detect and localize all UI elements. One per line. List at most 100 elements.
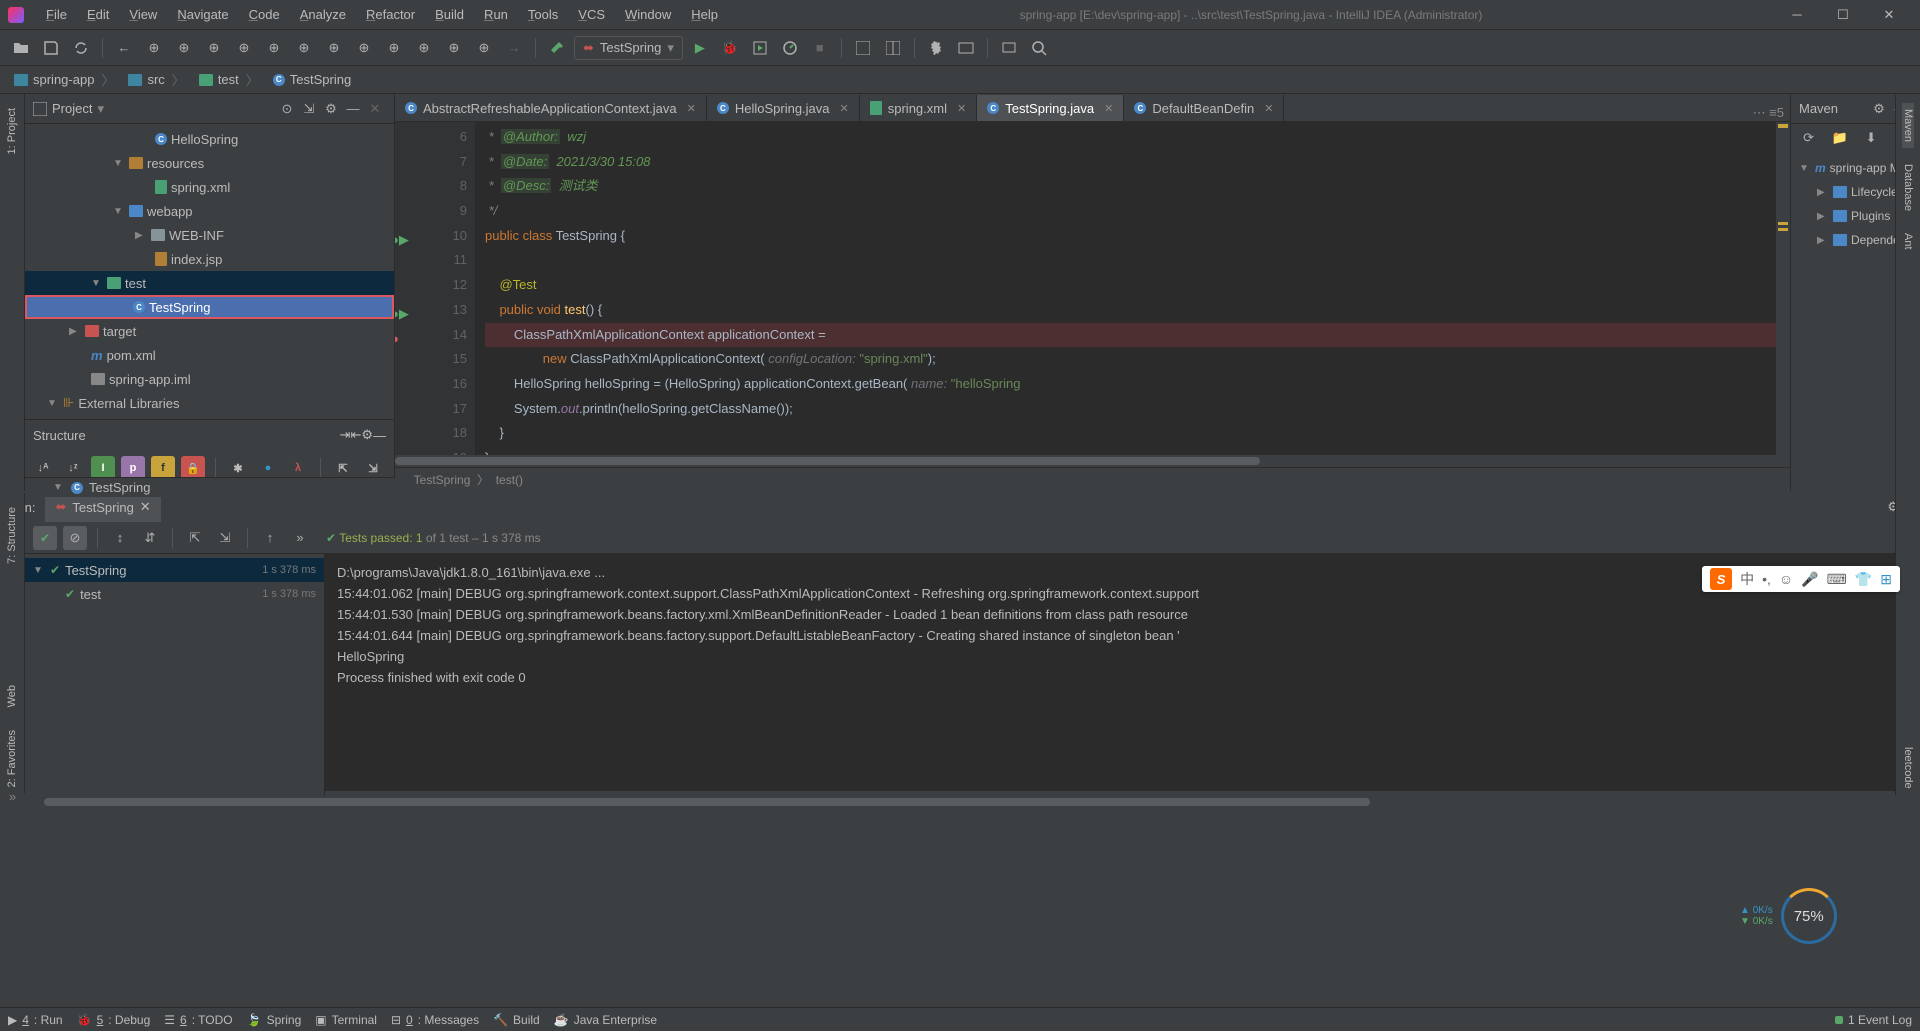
tree-item-webinf[interactable]: ▶WEB-INF (25, 223, 394, 247)
maven-gear-icon[interactable]: ⚙ (1868, 98, 1890, 120)
editor-breadcrumb[interactable]: TestSpring 〉 test() (395, 467, 1790, 491)
close-icon[interactable]: ✕ (840, 102, 849, 115)
structure-opt1-icon[interactable]: ⇥ (340, 427, 351, 443)
structure-hide-icon[interactable]: — (373, 428, 386, 443)
tool-favorites[interactable]: 2: Favorites (6, 724, 18, 793)
close-icon[interactable]: ✕ (1104, 102, 1113, 115)
zoom-5-icon[interactable]: ⊕ (261, 35, 287, 61)
debug-icon[interactable]: 🐞 (717, 35, 743, 61)
close-icon[interactable]: ✕ (687, 102, 696, 115)
status-debug[interactable]: 🐞 5: Debug (77, 1013, 151, 1027)
structure-opt2-icon[interactable]: ⇤ (350, 427, 361, 443)
menu-edit[interactable]: Edit (77, 0, 119, 30)
tree-item-target[interactable]: ▶target (25, 319, 394, 343)
status-terminal[interactable]: ▣ Terminal (315, 1013, 377, 1027)
ime-toolbar[interactable]: S 中 •, ☺ 🎤 ⌨ 👕 ⊞ (1702, 566, 1900, 592)
crumb-test[interactable]: test〉 (193, 70, 267, 89)
tool-web[interactable]: Web (6, 679, 18, 713)
sync-icon[interactable] (68, 35, 94, 61)
ime-keyboard-icon[interactable]: ⌨ (1827, 571, 1847, 588)
editor-tab[interactable]: CAbstractRefreshableApplicationContext.j… (395, 95, 707, 121)
presentation-icon[interactable] (996, 35, 1022, 61)
back-icon[interactable]: ← (111, 35, 137, 61)
search-icon[interactable] (1026, 35, 1052, 61)
tree-item-webapp[interactable]: ▼webapp (25, 199, 394, 223)
close-icon[interactable]: ✕ (140, 499, 151, 515)
save-all-icon[interactable] (38, 35, 64, 61)
tool-ant[interactable]: Ant (1902, 227, 1914, 256)
coverage-icon[interactable] (747, 35, 773, 61)
tree-item-iml[interactable]: spring-app.iml (25, 367, 394, 391)
test-row-test[interactable]: ✔test 1 s 378 ms (25, 582, 324, 606)
ime-grid-icon[interactable]: ⊞ (1880, 571, 1892, 588)
zoom-12-icon[interactable]: ⊕ (471, 35, 497, 61)
menu-code[interactable]: Code (239, 0, 290, 30)
status-javaee[interactable]: ☕ Java Enterprise (554, 1013, 657, 1027)
crumb-file[interactable]: CTestSpring (267, 72, 357, 87)
zoom-9-icon[interactable]: ⊕ (381, 35, 407, 61)
test-tree[interactable]: ▼✔TestSpring 1 s 378 ms ✔test 1 s 378 ms (25, 554, 325, 796)
tree-item-resources[interactable]: ▼resources (25, 151, 394, 175)
code-text[interactable]: * @Author: wzj * @Date: 2021/3/30 15:08 … (475, 122, 1776, 455)
ime-punct[interactable]: •, (1762, 571, 1771, 587)
perf-widget[interactable]: ▲ 0K/s ▼ 0K/s 75% (1740, 881, 1880, 951)
menu-help[interactable]: Help (681, 0, 728, 30)
console-output[interactable]: D:\programs\Java\jdk1.8.0_161\bin\java.e… (325, 554, 1895, 796)
zoom-8-icon[interactable]: ⊕ (351, 35, 377, 61)
sort-2-icon[interactable]: ⇵ (138, 526, 162, 550)
hammer-icon[interactable] (544, 35, 570, 61)
menu-tools[interactable]: Tools (518, 0, 568, 30)
editor-tab[interactable]: spring.xml✕ (860, 95, 977, 121)
hide-panel-icon[interactable]: ✕ (364, 98, 386, 120)
project-tree[interactable]: CHelloSpring ▼resources spring.xml ▼weba… (25, 124, 394, 419)
profile-icon[interactable] (777, 35, 803, 61)
tree-item-testspring[interactable]: CTestSpring (25, 295, 394, 319)
open-file-icon[interactable] (8, 35, 34, 61)
show-passed-icon[interactable]: ✔ (33, 526, 57, 550)
structure-file-row[interactable]: ▼CTestSpring (25, 477, 395, 497)
locate-icon[interactable]: ⊙ (276, 98, 298, 120)
menu-file[interactable]: File (36, 0, 77, 30)
status-build[interactable]: 🔨 Build (493, 1013, 540, 1027)
crumb-src[interactable]: src〉 (122, 70, 192, 89)
forward-icon[interactable]: → (501, 35, 527, 61)
tree-item-pom[interactable]: mpom.xml (25, 343, 394, 367)
sort-1-icon[interactable]: ↕ (108, 526, 132, 550)
menu-run[interactable]: Run (474, 0, 518, 30)
tree-item-indexjsp[interactable]: index.jsp (25, 247, 394, 271)
structure-gear-icon[interactable]: ⚙ (361, 427, 373, 443)
tree-item-test[interactable]: ▼test (25, 271, 394, 295)
editor-hscroll[interactable] (395, 455, 1790, 467)
gutter[interactable]: 678910●▶111213●▶14●1516171819 (415, 122, 475, 455)
tree-item-hellospring[interactable]: CHelloSpring (25, 127, 394, 151)
status-todo[interactable]: ☰ 6: TODO (164, 1013, 232, 1027)
status-spring[interactable]: 🍃 Spring (247, 1013, 302, 1027)
maximize-button[interactable]: ☐ (1820, 0, 1866, 30)
ime-mic-icon[interactable]: 🎤 (1801, 571, 1818, 588)
tool-structure[interactable]: 7: Structure (6, 501, 18, 570)
status-messages[interactable]: ⊟ 0: Messages (391, 1013, 479, 1027)
menu-refactor[interactable]: Refactor (356, 0, 425, 30)
run-config-combo[interactable]: ⬌ TestSpring ▾ (574, 36, 683, 60)
gear-icon[interactable]: ⚙ (320, 98, 342, 120)
zoom-10-icon[interactable]: ⊕ (411, 35, 437, 61)
tabs-overflow-icon[interactable]: ⋯ ≡5 (1747, 105, 1790, 121)
editor-tab[interactable]: CDefaultBeanDefin✕ (1124, 95, 1284, 121)
project-structure-icon[interactable] (953, 35, 979, 61)
crumb-root[interactable]: spring-app〉 (8, 70, 122, 89)
tool-database[interactable]: Database (1902, 158, 1914, 217)
tool-project[interactable]: 1: Project (6, 102, 18, 160)
layout-1-icon[interactable] (850, 35, 876, 61)
close-icon[interactable]: ✕ (957, 102, 966, 115)
menu-window[interactable]: Window (615, 0, 681, 30)
code-area[interactable]: 678910●▶111213●▶14●1516171819 * @Author:… (395, 122, 1790, 455)
minimize-button[interactable]: ─ (1774, 0, 1820, 30)
expand-icon[interactable]: ⇱ (183, 526, 207, 550)
ime-s-icon[interactable]: S (1710, 568, 1732, 590)
ime-lang[interactable]: 中 (1740, 569, 1754, 589)
editor-tab[interactable]: CTestSpring.java✕ (977, 95, 1124, 121)
maven-reload-icon[interactable]: ⟳ (1797, 125, 1820, 151)
editor-tab[interactable]: CHelloSpring.java✕ (707, 95, 860, 121)
tree-item-springxml-res[interactable]: spring.xml (25, 175, 394, 199)
menu-navigate[interactable]: Navigate (167, 0, 238, 30)
